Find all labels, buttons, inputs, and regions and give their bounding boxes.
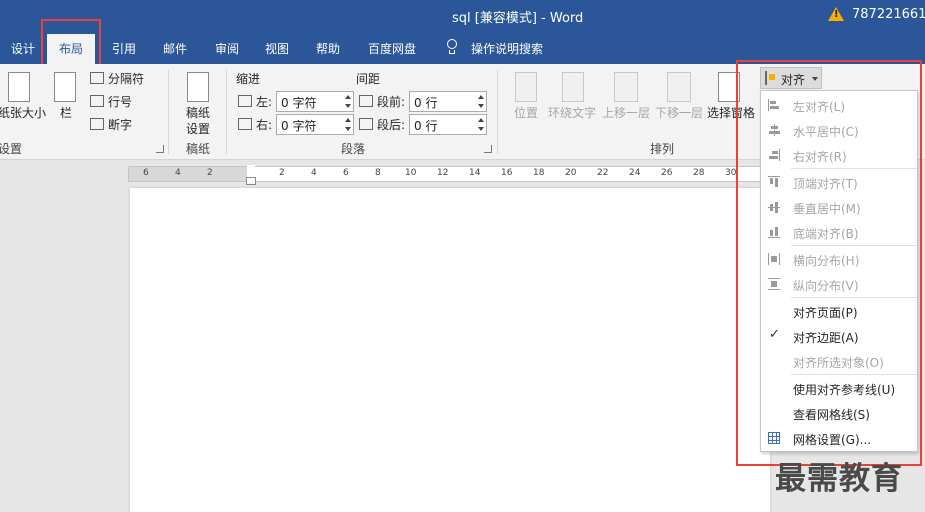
ruler-number: 2: [207, 168, 213, 178]
ruler-number: 30: [725, 168, 737, 178]
ruler-number: 14: [469, 168, 481, 178]
line-numbers-button[interactable]: 行号: [108, 93, 132, 110]
highlight-box-align-menu: [736, 60, 922, 466]
hyphenation-button[interactable]: 断字: [108, 116, 132, 133]
indent-left-input[interactable]: 0 字符: [276, 91, 354, 112]
indent-right-label: 右:: [256, 118, 273, 132]
spacing-after-input[interactable]: 0 行: [409, 114, 487, 135]
ruler-number: 20: [565, 168, 577, 178]
ruler-number: 6: [343, 168, 349, 178]
arrange-group-label: 排列: [650, 142, 675, 156]
tab-design[interactable]: 设计: [11, 40, 35, 57]
ribbon-separator: [168, 70, 169, 154]
tab-baidu-netdisk[interactable]: 百度网盘: [368, 40, 416, 57]
ruler-number: 26: [661, 168, 673, 178]
send-backward-button[interactable]: 下移一层: [655, 104, 703, 121]
indent-marker[interactable]: [246, 165, 256, 185]
watermark-text: 最需教育: [775, 461, 903, 497]
indent-right-input[interactable]: 0 字符: [276, 114, 354, 135]
ruler-number: 28: [693, 168, 705, 178]
manuscript-button-line1[interactable]: 稿纸: [186, 104, 210, 121]
manuscript-group-label: 稿纸: [186, 142, 211, 156]
position-icon[interactable]: [515, 72, 537, 102]
highlight-box-layout-tab: [41, 19, 101, 66]
tab-view[interactable]: 视图: [265, 40, 289, 57]
ruler-number: 4: [311, 168, 317, 178]
ruler-number: 2: [279, 168, 285, 178]
send-backward-icon[interactable]: [667, 72, 691, 102]
bring-forward-button[interactable]: 上移一层: [602, 104, 650, 121]
spacing-after-label: 段后:: [377, 118, 406, 132]
columns-button[interactable]: 栏: [60, 104, 72, 121]
paragraph-group-label: 段落: [341, 142, 366, 156]
window-title: sql [兼容模式] - Word: [452, 11, 584, 26]
document-page[interactable]: [130, 188, 770, 512]
ruler-number: 24: [629, 168, 641, 178]
ribbon-separator: [497, 70, 498, 154]
lightbulb-icon[interactable]: [446, 39, 458, 55]
tab-help[interactable]: 帮助: [316, 40, 340, 57]
account-name[interactable]: 787221661@: [852, 7, 925, 22]
title-bar: sql [兼容模式] - Word 787221661@: [0, 0, 925, 30]
horizontal-ruler[interactable]: 6 4 2 2 4 6 8 10 12 14 16 18 20 22 24 26…: [128, 165, 768, 185]
bring-forward-icon[interactable]: [614, 72, 638, 102]
tab-references[interactable]: 引用: [112, 40, 136, 57]
wrap-text-icon[interactable]: [562, 72, 584, 102]
warning-icon[interactable]: [828, 7, 844, 21]
manuscript-icon[interactable]: [187, 72, 209, 102]
tell-me-search[interactable]: 操作说明搜索: [471, 40, 543, 57]
manuscript-button-line2[interactable]: 设置: [186, 120, 210, 137]
breaks-icon: [90, 72, 104, 84]
columns-icon[interactable]: [54, 72, 76, 102]
page-setup-group-label: 设置: [0, 142, 23, 156]
tab-mailings[interactable]: 邮件: [163, 40, 187, 57]
position-button[interactable]: 位置: [514, 104, 538, 121]
ruler-number: 16: [501, 168, 513, 178]
line-numbers-icon: [90, 95, 104, 107]
breaks-button[interactable]: 分隔符: [108, 70, 144, 87]
indent-label: 缩进: [236, 72, 261, 86]
ruler-number: 8: [375, 168, 381, 178]
ruler-number: 4: [175, 168, 181, 178]
ruler-number: 12: [437, 168, 449, 178]
paper-size-icon[interactable]: [8, 72, 30, 102]
ribbon-tabs: 设计 布局 引用 邮件 审阅 视图 帮助 百度网盘 操作说明搜索: [0, 30, 925, 64]
ruler-number: 22: [597, 168, 609, 178]
spacing-before-label: 段前:: [377, 95, 406, 109]
spacing-after-icon: [359, 118, 373, 130]
ribbon-separator: [226, 70, 227, 154]
indent-left-label: 左:: [256, 95, 273, 109]
page-setup-launcher-icon[interactable]: [156, 145, 164, 153]
indent-left-icon: [238, 95, 252, 107]
ruler-number: 10: [405, 168, 417, 178]
hyphenation-icon: [90, 118, 104, 130]
ruler-number: 18: [533, 168, 545, 178]
ruler-number: 6: [143, 168, 149, 178]
spacing-label: 间距: [356, 72, 381, 86]
spacing-before-icon: [359, 95, 373, 107]
tab-review[interactable]: 审阅: [215, 40, 239, 57]
wrap-text-button[interactable]: 环绕文字: [548, 104, 596, 121]
paragraph-launcher-icon[interactable]: [484, 145, 492, 153]
paper-size-button[interactable]: 纸张大小: [0, 104, 46, 121]
spacing-before-input[interactable]: 0 行: [409, 91, 487, 112]
indent-right-icon: [238, 118, 252, 130]
